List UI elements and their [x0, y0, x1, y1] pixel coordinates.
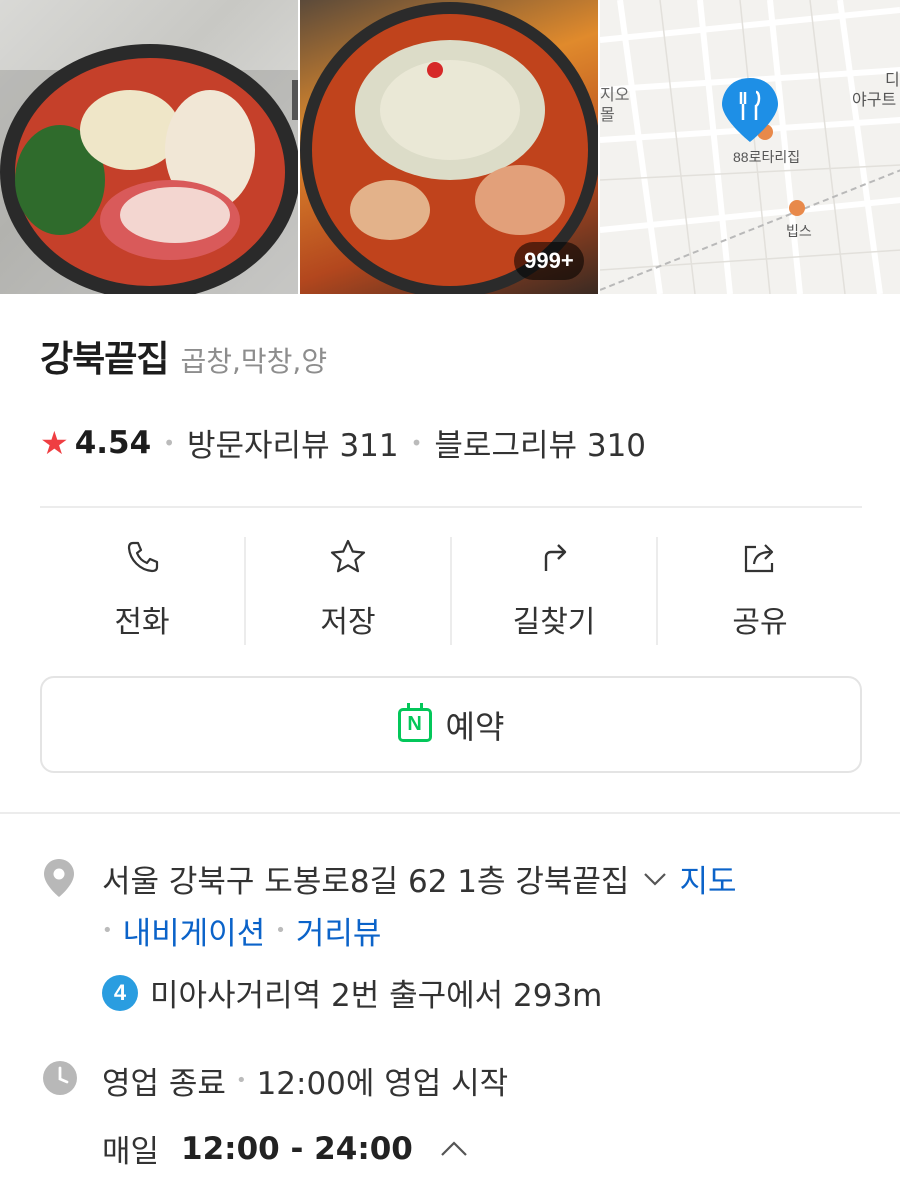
subway-info: 4 미아사거리역 2번 출구에서 293m	[102, 970, 602, 1015]
share-icon	[744, 544, 774, 573]
hours-day: 매일	[102, 1134, 160, 1170]
action-bar: 전화 저장 길찾기 공유	[40, 537, 862, 645]
directions-button[interactable]: 길찾기	[452, 537, 658, 645]
separator-dot: •	[275, 920, 286, 941]
rating-value: 4.54	[74, 424, 152, 461]
subway-line-badge: 4	[102, 974, 138, 1011]
share-button[interactable]: 공유	[658, 537, 862, 645]
separator-dot: •	[102, 920, 113, 941]
call-label: 전화	[114, 605, 170, 640]
map-preview: 지오 몰 디 야구트 88로타리집 빕스	[599, 0, 900, 294]
reserve-label: 예약	[445, 707, 505, 746]
save-label: 저장	[320, 605, 376, 640]
streetview-link[interactable]: 거리뷰	[296, 908, 382, 953]
blog-reviews-link[interactable]: 블로그리뷰 310	[434, 420, 646, 465]
address-text: 서울 강북구 도봉로8길 62 1층 강북끝집	[102, 864, 630, 900]
title-row: 강북끝집 곱창,막창,양	[40, 330, 327, 382]
map-link[interactable]: 지도	[679, 856, 736, 901]
separator-dot: •	[163, 430, 175, 455]
hotpot-image-1	[0, 44, 299, 294]
subway-text: 미아사거리역 2번 출구에서 293m	[150, 978, 603, 1014]
section-divider	[0, 812, 900, 814]
directions-label: 길찾기	[512, 605, 596, 640]
food-photo-1[interactable]	[0, 0, 299, 294]
call-button[interactable]: 전화	[40, 537, 246, 645]
map-label-2: 몰	[600, 106, 615, 124]
map-label-5: 88로타리집	[733, 149, 800, 165]
hours-row[interactable]: 매일 12:00 - 24:00	[102, 1126, 469, 1171]
separator-dot: •	[235, 1070, 247, 1091]
map-thumbnail[interactable]: 지오 몰 디 야구트 88로타리집 빕스	[599, 0, 900, 294]
map-label-3: 디	[885, 71, 900, 89]
separator-dot: •	[410, 430, 423, 455]
photo-strip: 999+ 지오 몰 디 야구트 88로타리집 빕스	[0, 0, 900, 294]
naver-booking-icon: N	[397, 702, 432, 742]
hours-status: 영업 종료 • 12:00에 영업 시작	[102, 1058, 508, 1103]
chevron-up-icon[interactable]	[439, 1140, 469, 1158]
star-outline-icon	[330, 539, 366, 573]
next-open-time: 12:00에 영업 시작	[256, 1066, 509, 1102]
reserve-button[interactable]: N 예약	[40, 676, 862, 773]
place-name: 강북끝집	[40, 339, 169, 380]
food-photo-2[interactable]: 999+	[300, 0, 598, 294]
open-status: 영업 종료	[102, 1066, 226, 1102]
share-label: 공유	[732, 605, 788, 640]
clock-icon	[43, 1061, 77, 1095]
visitor-reviews-link[interactable]: 방문자리뷰 311	[187, 420, 399, 465]
rating-star-icon: ★	[40, 423, 69, 462]
place-category: 곱창,막창,양	[180, 345, 328, 378]
map-label-6: 빕스	[786, 223, 812, 239]
rating-row: ★ 4.54 • 방문자리뷰 311 • 블로그리뷰 310	[40, 420, 646, 465]
map-label-4: 야구트	[852, 91, 896, 109]
navigation-link[interactable]: 내비게이션	[123, 908, 266, 953]
photo-count-badge[interactable]: 999+	[514, 242, 584, 280]
save-button[interactable]: 저장	[246, 537, 452, 645]
directions-icon	[544, 544, 567, 571]
address-links: • 내비게이션 • 거리뷰	[102, 908, 381, 953]
chevron-down-icon[interactable]	[643, 872, 667, 886]
map-label-1: 지오	[600, 86, 629, 104]
location-pin-icon	[44, 859, 74, 897]
divider	[40, 506, 862, 508]
phone-icon	[127, 541, 159, 573]
hours-time: 12:00 - 24:00	[181, 1130, 413, 1167]
address-line: 서울 강북구 도봉로8길 62 1층 강북끝집 지도	[102, 856, 737, 901]
